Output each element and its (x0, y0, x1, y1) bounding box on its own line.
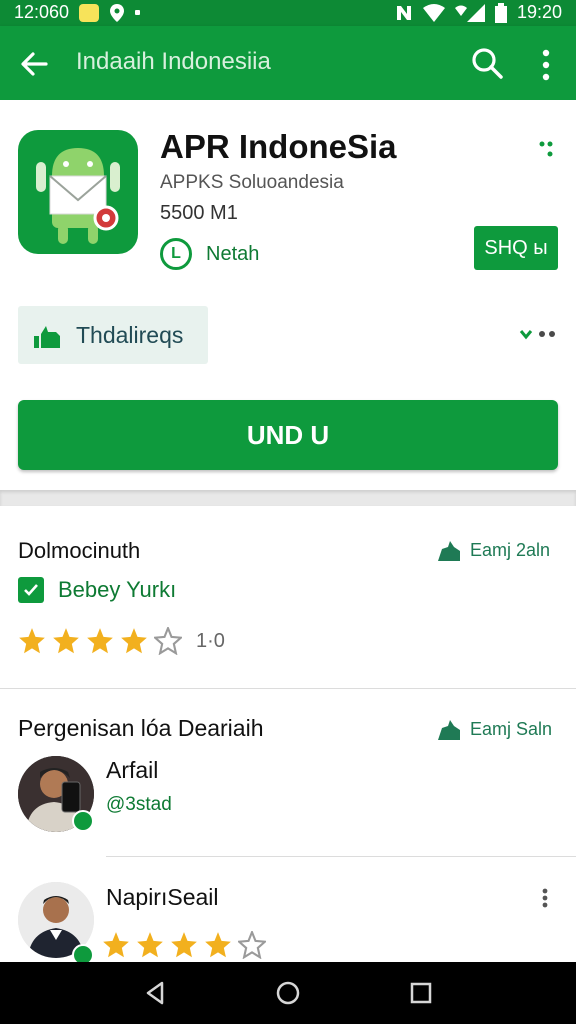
section1-link[interactable]: Eamj 2aln (438, 540, 550, 561)
signal-icon (454, 3, 485, 22)
star-filled-icon (53, 628, 79, 654)
leaf-icon (438, 719, 460, 740)
install-button[interactable]: UND U (18, 400, 558, 470)
checkbox-checked-icon[interactable] (18, 577, 44, 603)
app-bar-title: Indaaih Indonesiia (76, 48, 271, 75)
dots-icon[interactable] (538, 140, 558, 162)
nfc-icon (396, 5, 411, 20)
reviewer-name: Arfail (106, 757, 159, 783)
notification-dot-icon (135, 10, 141, 15)
divider (0, 688, 576, 689)
expand-more-icon[interactable] (518, 322, 558, 346)
rating-value: 1·0 (196, 630, 225, 652)
notification-app-icon (79, 3, 100, 22)
recents-nav-icon[interactable] (406, 978, 436, 1008)
star-filled-icon (137, 932, 163, 958)
android-mail-icon (36, 148, 120, 244)
chip-label: Thdalireqs (76, 321, 184, 348)
verified-row[interactable]: Bebey Yurkı (18, 577, 176, 603)
section2-link-label: Eamj Saln (470, 719, 553, 739)
section-separator (0, 490, 576, 506)
share-button[interactable]: SHQ ы (474, 226, 558, 270)
system-nav-bar (0, 962, 576, 1024)
more-vert-icon[interactable] (536, 48, 556, 82)
rating-stars (102, 931, 266, 959)
star-empty-icon (238, 931, 266, 959)
badge-label: Netah (206, 242, 260, 265)
online-badge-icon (72, 810, 94, 832)
verified-label: Bebey Yurkı (58, 577, 177, 602)
thumb-up-icon (34, 326, 60, 348)
home-nav-icon[interactable] (273, 978, 303, 1008)
star-filled-icon (19, 628, 45, 654)
reviewer-name: NapirıSeail (106, 884, 219, 910)
search-icon[interactable] (470, 46, 504, 80)
content-rating-badge: L Netah (160, 238, 259, 270)
rating-circle-icon: L (160, 238, 192, 270)
app-bar: Indaaih Indonesiia (0, 26, 576, 100)
back-arrow-icon[interactable] (18, 48, 50, 80)
section1-link-label: Eamj 2aln (470, 540, 551, 560)
app-details-card: APR IndoneSia APPKS Soluoandesia 5500 M1… (0, 100, 576, 490)
app-size: 5500 M1 (160, 202, 238, 224)
status-bar: 12:060 19:20 (0, 0, 576, 26)
wifi-icon (422, 3, 445, 22)
star-filled-icon (87, 628, 113, 654)
back-nav-icon[interactable] (140, 978, 170, 1008)
section2-link[interactable]: Eamj Saln (438, 719, 552, 740)
star-filled-icon (103, 932, 129, 958)
section2-title: Pergenisan lóa Deariaih (18, 715, 264, 741)
location-icon (110, 3, 125, 22)
app-title: APR IndoneSia (160, 128, 397, 165)
app-icon (18, 130, 138, 254)
app-publisher[interactable]: APPKS Soluoandesia (160, 172, 344, 194)
star-empty-icon (154, 627, 182, 655)
reviewer-handle[interactable]: @3stad (106, 794, 172, 816)
rating-stars (18, 627, 182, 655)
status-time-left: 12:060 (14, 2, 70, 22)
battery-icon (494, 2, 507, 23)
more-vert-icon[interactable] (538, 888, 552, 908)
star-filled-icon (121, 628, 147, 654)
divider (106, 856, 576, 857)
star-filled-icon (171, 932, 197, 958)
leaf-icon (438, 540, 460, 561)
category-chip[interactable]: Thdalireqs (18, 306, 208, 364)
star-filled-icon (205, 932, 231, 958)
status-time: 19:20 (516, 2, 562, 22)
section1-title: Dolmocinuth (18, 538, 141, 563)
